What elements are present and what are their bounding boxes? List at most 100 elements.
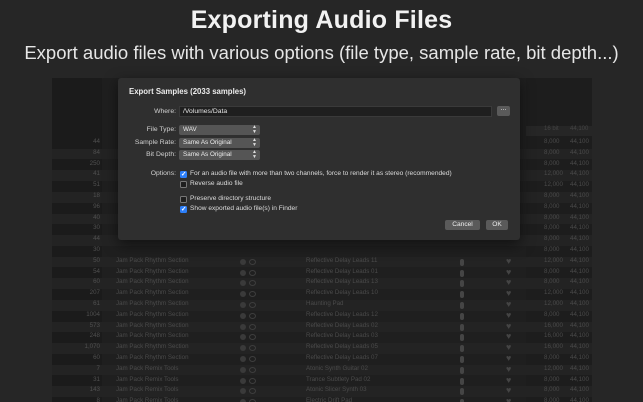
row-sample-name: Reflective Delay Leads 13: [306, 278, 378, 286]
tag-dot-icon: [240, 366, 246, 373]
row-sample-rate: 44,100: [570, 267, 589, 275]
heart-icon[interactable]: ♥: [506, 256, 511, 266]
row-sample-rate: 44,100: [570, 397, 589, 402]
preview-eye-icon: [249, 345, 256, 352]
row-size: 16,000: [544, 332, 563, 340]
preview-eye-icon: [249, 302, 256, 308]
row-size: 12,000: [544, 181, 563, 189]
row-number: 31: [93, 375, 100, 383]
ok-button[interactable]: OK: [486, 220, 508, 230]
row-size: 8,000: [544, 397, 560, 402]
row-category: Jam Pack Remix Tools: [116, 386, 179, 394]
bit-depth-popup[interactable]: Same As Original ▲ ▼: [179, 150, 260, 160]
row-category: Jam Pack Rhythm Section: [116, 343, 189, 351]
row-category: Jam Pack Rhythm Section: [116, 310, 189, 318]
tag-dot-icon: [240, 312, 246, 319]
row-number: 60: [93, 278, 100, 286]
header-bit-depth: 16 bit: [544, 126, 559, 132]
row-category: Jam Pack Rhythm Section: [116, 289, 189, 297]
table-row[interactable]: 8 Jam Pack Remix Tools Electric Drift Pad 8…: [52, 396, 592, 402]
option-force-stereo-label[interactable]: For an audio file with more than two cha…: [190, 170, 452, 177]
option-show-in-finder-checkbox[interactable]: [180, 205, 187, 213]
row-sample-name: Trance Subtlety Pad 02: [306, 375, 371, 383]
heart-icon[interactable]: ♥: [506, 288, 511, 298]
row-category: Jam Pack Rhythm Section: [116, 321, 189, 329]
row-number: 18: [93, 192, 100, 199]
heart-icon[interactable]: ♥: [506, 353, 511, 363]
option-reverse-label[interactable]: Reverse audio file: [190, 180, 243, 187]
heart-icon[interactable]: ♥: [506, 342, 511, 352]
row-sample-rate: 44,100: [570, 213, 589, 221]
popup-arrows-icon: ▲ ▼: [252, 137, 257, 148]
heart-icon[interactable]: ♥: [506, 277, 511, 287]
heart-icon[interactable]: ♥: [506, 331, 511, 341]
mic-icon: [460, 388, 464, 396]
heart-icon[interactable]: ♥: [506, 375, 511, 385]
row-number: 30: [93, 246, 100, 253]
preview-eye-icon: [249, 388, 256, 395]
heart-icon[interactable]: ♥: [506, 364, 511, 374]
row-number: 54: [93, 267, 100, 275]
tag-dot-icon: [240, 258, 246, 265]
row-size: 8,000: [544, 267, 560, 275]
row-sample-rate: 44,100: [570, 332, 589, 340]
preview-eye-icon: [249, 366, 256, 373]
preview-eye-icon: [249, 312, 256, 319]
mic-icon: [460, 345, 464, 353]
row-sample-rate: 44,100: [570, 235, 589, 243]
mic-icon: [460, 291, 464, 299]
heart-icon[interactable]: ♥: [506, 385, 511, 395]
row-size: 12,000: [544, 300, 563, 307]
browse-button[interactable]: ...: [497, 105, 510, 116]
bit-depth-label: Bit Depth:: [146, 151, 176, 158]
row-sample-name: Reflective Delay Leads 11: [306, 256, 378, 264]
row-number: 1004: [86, 310, 100, 318]
row-size: 8,000: [544, 310, 560, 318]
heart-icon[interactable]: ♥: [506, 267, 511, 277]
row-size: 8,000: [544, 148, 560, 156]
row-sample-rate: 44,100: [570, 170, 589, 178]
sample-rate-popup[interactable]: Same As Original ▲ ▼: [179, 138, 260, 148]
row-sample-name: Reflective Delay Leads 03: [306, 332, 378, 340]
option-show-in-finder-label[interactable]: Show exported audio file(s) in Finder: [190, 205, 297, 212]
row-number: 41: [93, 170, 100, 178]
row-sample-rate: 44,100: [570, 278, 589, 286]
row-number: 250: [89, 159, 100, 167]
preview-eye-icon: [249, 323, 256, 330]
row-size: 16,000: [544, 343, 563, 351]
mic-icon: [460, 334, 464, 342]
row-number: 96: [93, 202, 100, 210]
where-path-field[interactable]: /Volumes/Data: [179, 106, 492, 117]
row-sample-rate: 44,100: [570, 364, 589, 372]
option-preserve-structure-checkbox[interactable]: [180, 196, 187, 203]
preview-eye-icon: [249, 356, 256, 362]
option-preserve-structure-label[interactable]: Preserve directory structure: [190, 195, 271, 202]
row-number: 143: [89, 386, 100, 394]
option-force-stereo-checkbox[interactable]: [180, 170, 187, 178]
row-sample-rate: 44,100: [570, 386, 589, 394]
dialog-title: Export Samples (2033 samples): [129, 87, 247, 96]
heart-icon[interactable]: ♥: [506, 310, 511, 320]
cancel-button[interactable]: Cancel: [445, 220, 480, 230]
row-category: Jam Pack Rhythm Section: [116, 278, 189, 286]
row-size: 8,000: [544, 278, 560, 286]
row-number: 60: [93, 354, 100, 361]
file-type-popup[interactable]: WAV ▲ ▼: [179, 125, 260, 135]
heart-icon[interactable]: ♥: [506, 321, 511, 331]
hero-subtitle: Export audio files with various options …: [24, 42, 619, 63]
tag-dot-icon: [240, 345, 246, 352]
row-sample-rate: 44,100: [570, 159, 589, 167]
row-size: 16,000: [544, 321, 563, 329]
heart-icon[interactable]: ♥: [506, 396, 511, 402]
row-size: 8,000: [544, 375, 560, 383]
mic-icon: [460, 323, 464, 331]
mic-icon: [460, 269, 464, 277]
heart-icon[interactable]: ♥: [506, 299, 511, 309]
row-sample-rate: 44,100: [570, 148, 589, 156]
file-type-value: WAV: [183, 126, 197, 133]
row-category: Jam Pack Remix Tools: [116, 397, 179, 402]
sample-rate-label: Sample Rate:: [134, 139, 176, 146]
bit-depth-value: Same As Original: [183, 151, 232, 158]
row-size: 12,000: [544, 364, 563, 372]
option-reverse-checkbox[interactable]: [180, 181, 187, 188]
